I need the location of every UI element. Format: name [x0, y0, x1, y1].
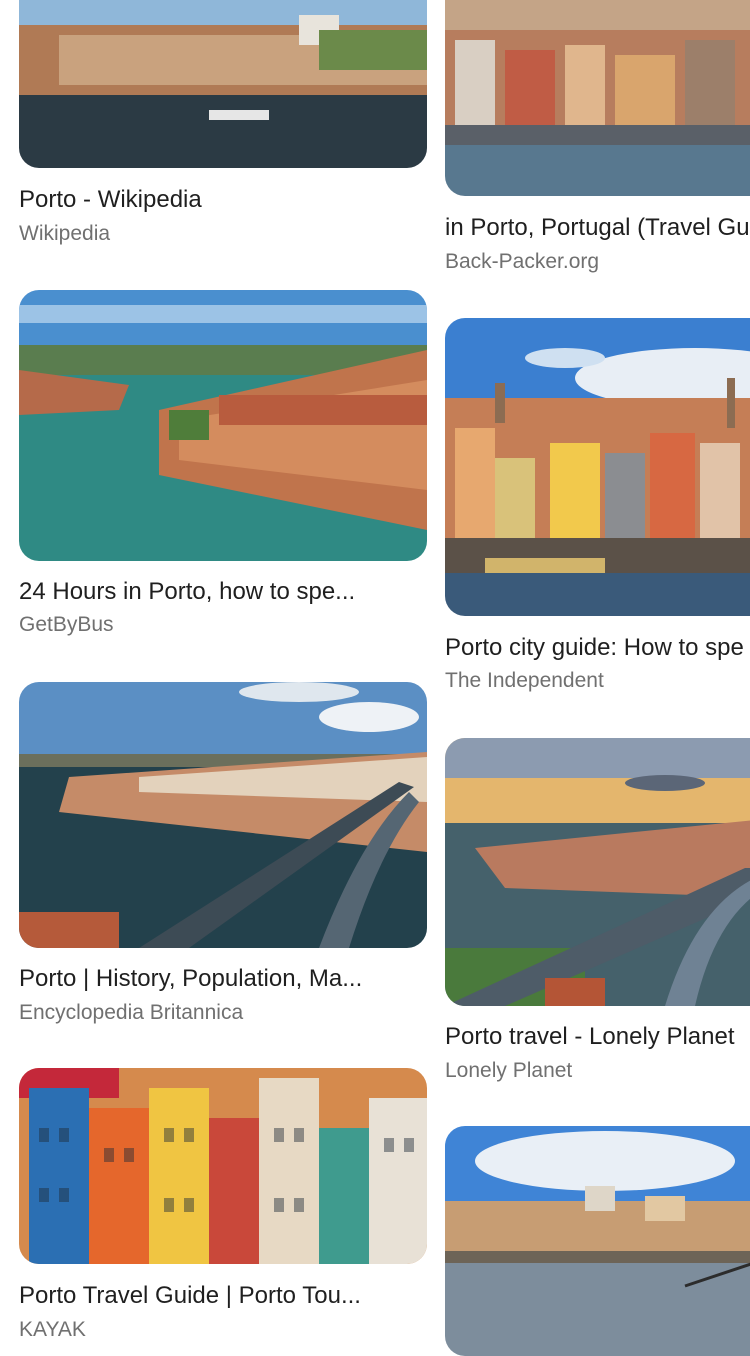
result-card-independent[interactable]: Porto city guide: How to spe The Indepen… [445, 318, 750, 698]
result-source: Lonely Planet [445, 1059, 573, 1082]
result-source: Wikipedia [19, 222, 111, 245]
result-image[interactable] [19, 682, 427, 948]
result-source: KAYAK [19, 1318, 86, 1341]
result-source: Encyclopedia Britannica [19, 1001, 244, 1024]
result-card-kayak[interactable]: Porto Travel Guide | Porto Tou... KAYAK [19, 1068, 427, 1341]
result-title[interactable]: Porto travel - Lonely Planet [445, 1023, 735, 1051]
result-image[interactable] [445, 318, 750, 616]
result-card-britannica[interactable]: Porto | History, Population, Ma... Encyc… [19, 682, 427, 1032]
result-title[interactable]: 24 Hours in Porto, how to spe... [19, 578, 355, 606]
result-card-getbybus[interactable]: 24 Hours in Porto, how to spe... GetByBu… [19, 290, 427, 645]
result-title[interactable]: Porto city guide: How to spe [445, 634, 744, 662]
result-source: Back-Packer.org [445, 250, 600, 273]
result-image[interactable] [445, 738, 750, 1006]
result-card-porto-riverside[interactable] [445, 1126, 750, 1356]
result-card-back-packer[interactable]: in Porto, Portugal (Travel Gu Back-Packe… [445, 0, 750, 280]
result-image[interactable] [445, 1126, 750, 1356]
result-source: The Independent [445, 669, 604, 692]
result-card-lonely-planet[interactable]: Porto travel - Lonely Planet Lonely Plan… [445, 738, 750, 1088]
result-image[interactable] [19, 1068, 427, 1264]
result-source: GetByBus [19, 613, 114, 636]
result-title[interactable]: in Porto, Portugal (Travel Gu [445, 214, 750, 242]
result-image[interactable] [445, 0, 750, 196]
result-title[interactable]: Porto | History, Population, Ma... [19, 965, 362, 993]
result-title[interactable]: Porto Travel Guide | Porto Tou... [19, 1282, 361, 1310]
result-image[interactable] [19, 290, 427, 561]
result-title[interactable]: Porto - Wikipedia [19, 186, 202, 214]
result-card-porto-wikipedia[interactable]: Porto - Wikipedia Wikipedia [19, 0, 427, 250]
result-image[interactable] [19, 0, 427, 168]
